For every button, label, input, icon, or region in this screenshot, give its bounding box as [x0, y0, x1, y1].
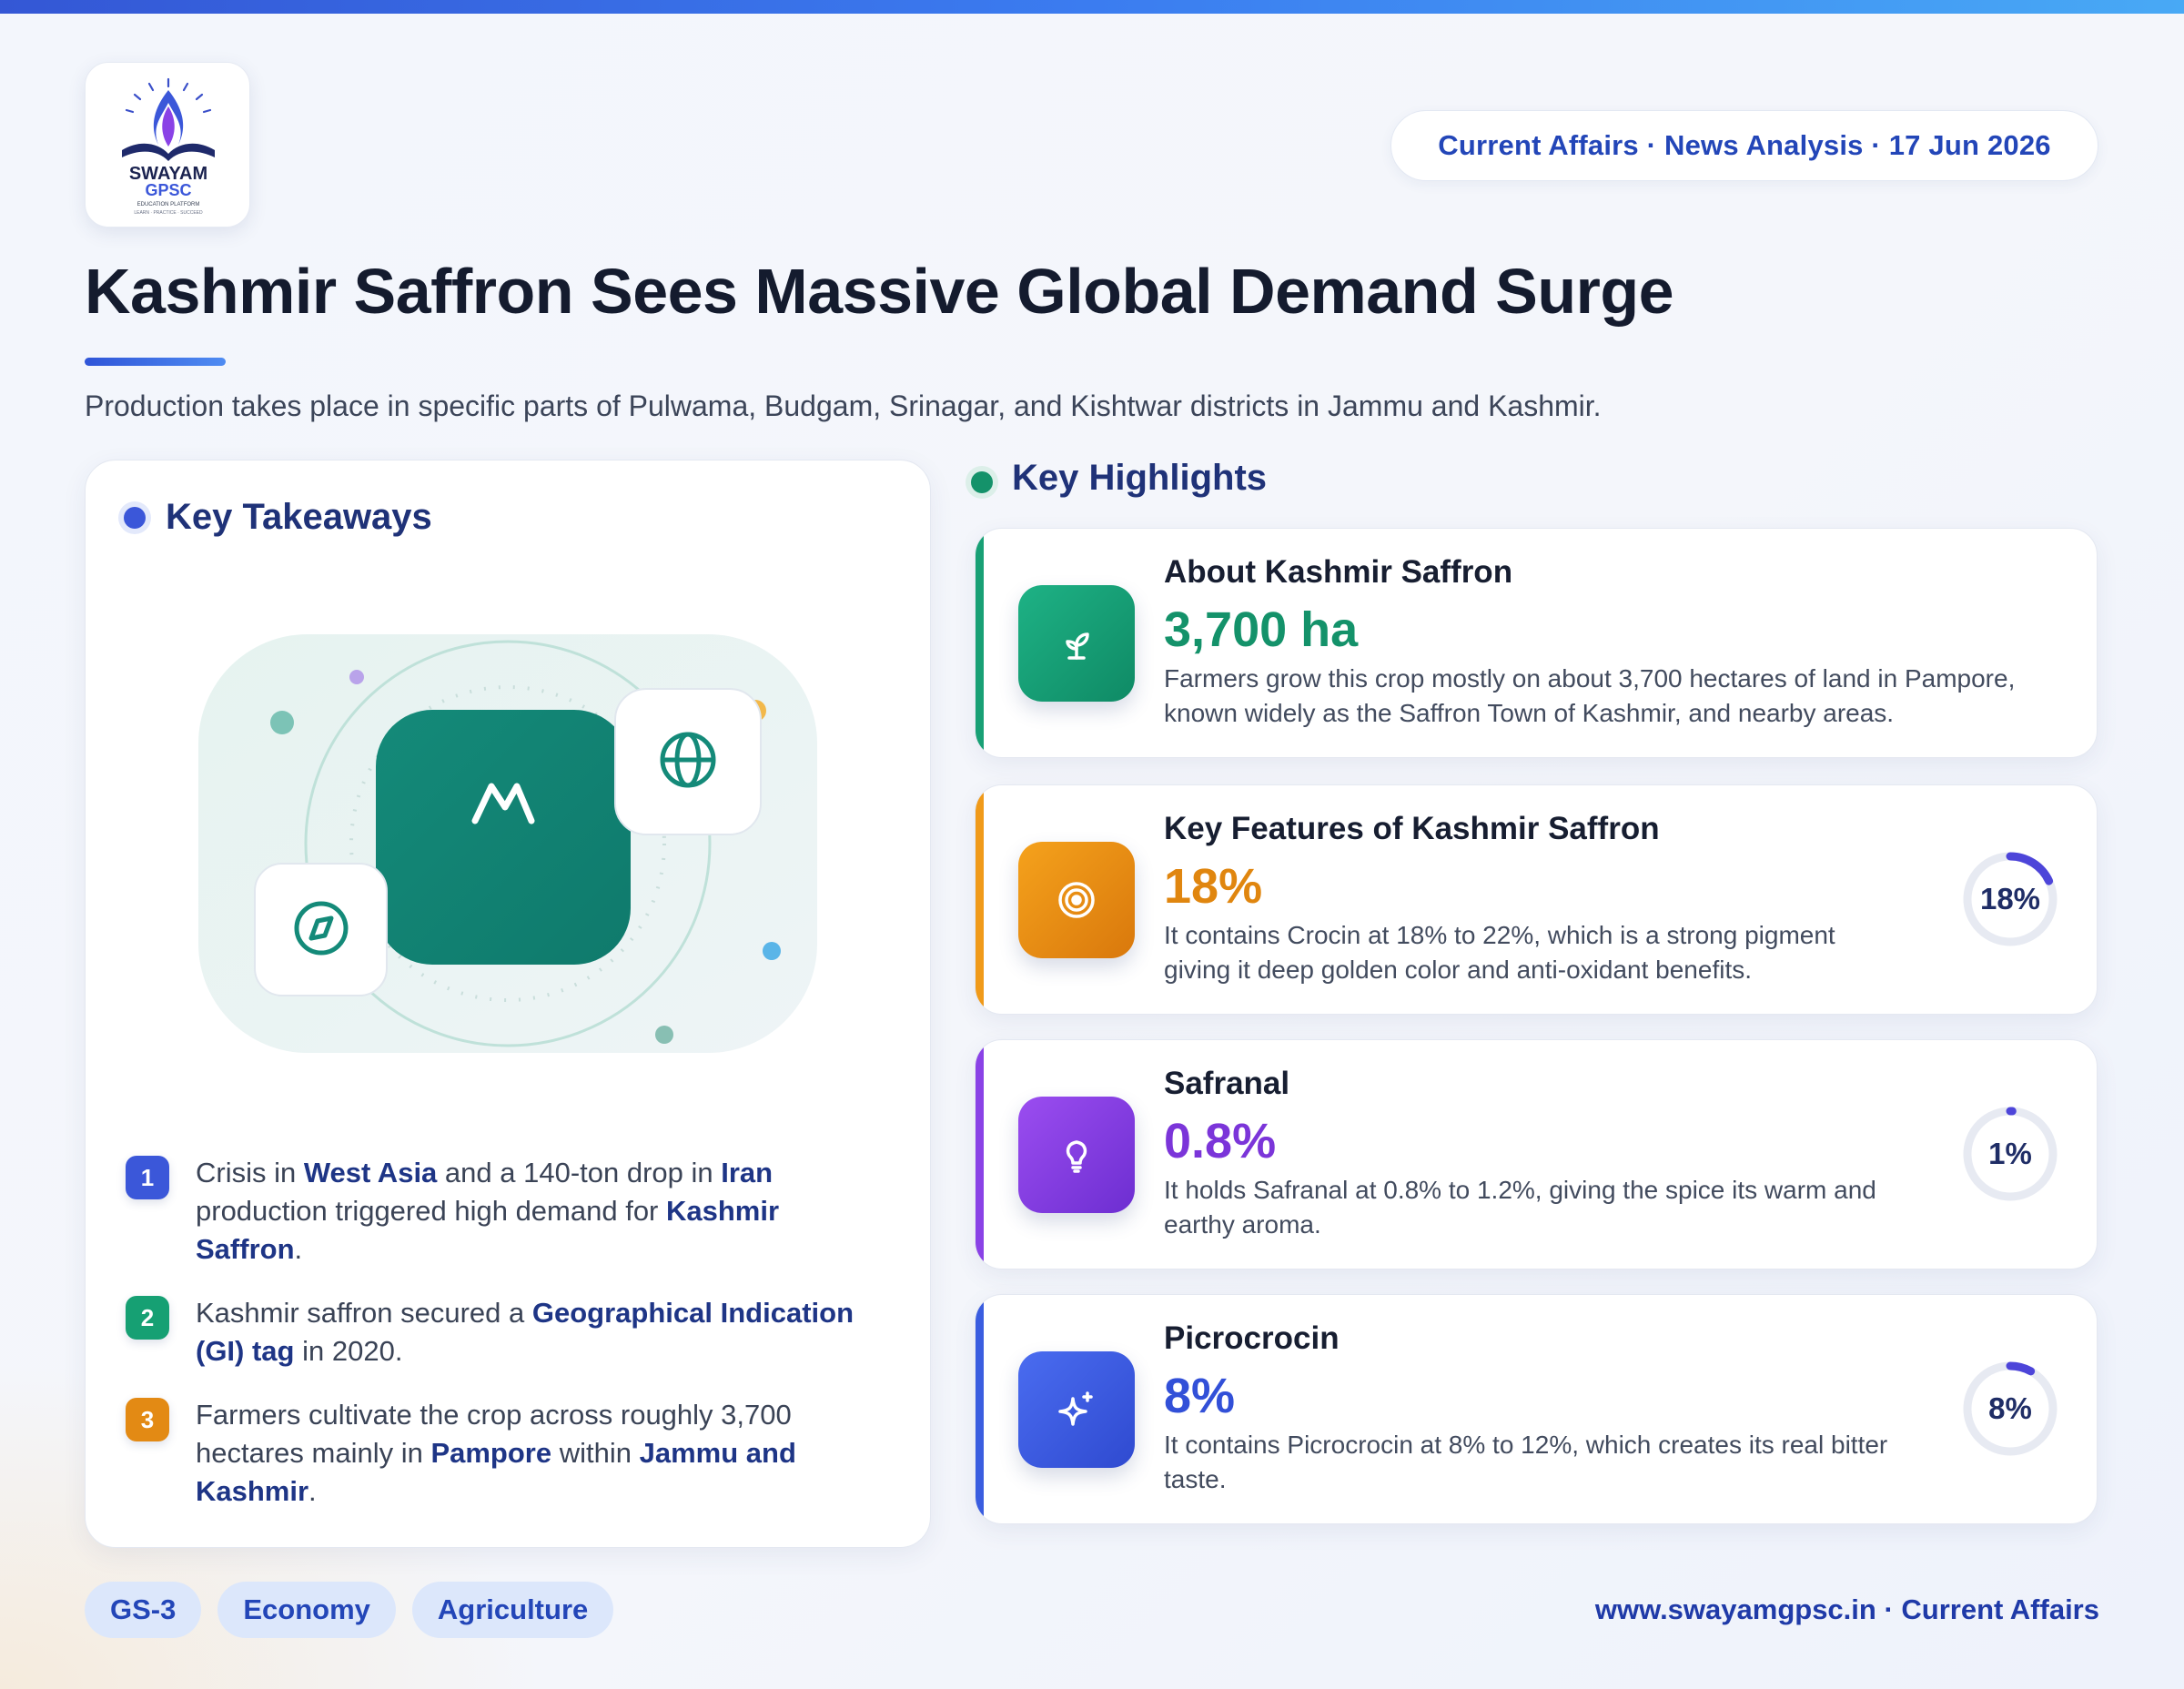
- card-accent-bar: [976, 785, 984, 1014]
- footer-website-link[interactable]: www.swayamgpsc.in · Current Affairs: [1595, 1593, 2099, 1626]
- header-date-pill: Current Affairs · News Analysis · 17 Jun…: [1390, 110, 2098, 181]
- page-title: Kashmir Saffron Sees Massive Global Dema…: [85, 256, 1674, 327]
- lightbulb-icon: [1066, 1140, 1087, 1173]
- card-description: Farmers grow this crop mostly on about 3…: [1164, 664, 2016, 727]
- takeaways-list: 1 Crisis in West Asia and a 140-ton drop …: [126, 1154, 890, 1536]
- takeaway-text-part: in 2020.: [294, 1335, 403, 1367]
- takeaways-heading: Key Takeaways: [166, 497, 432, 537]
- logo[interactable]: SWAYAM GPSC EDUCATION PLATFORM LEARN · P…: [85, 62, 250, 228]
- takeaways-bullet-dot: [124, 507, 146, 529]
- highlights-heading: Key Highlights: [1012, 458, 1268, 498]
- card-title: Picrocrocin: [1164, 1320, 1340, 1356]
- takeaway-highlight: West Asia: [303, 1157, 438, 1188]
- sparkle-icon: [1058, 1391, 1093, 1426]
- tag-gs3[interactable]: GS-3: [85, 1582, 202, 1638]
- takeaway-highlight: Pampore: [430, 1437, 552, 1469]
- card-description: It contains Picrocrocin at 8% to 12%, wh…: [1164, 1431, 1888, 1493]
- takeaway-number-badge: 3: [126, 1398, 169, 1441]
- card-accent-bar: [976, 529, 984, 757]
- card-title: Key Features of Kashmir Saffron: [1164, 811, 1660, 846]
- card-icon-badge: [1018, 1351, 1135, 1468]
- tag-economy[interactable]: Economy: [217, 1582, 396, 1638]
- highlight-card-picrocrocin: Picrocrocin 8% It contains Picrocrocin a…: [975, 1294, 2098, 1524]
- card-icon-badge: [1018, 1097, 1135, 1213]
- takeaway-item: 1 Crisis in West Asia and a 140-ton drop …: [126, 1154, 890, 1269]
- takeaway-number-badge: 1: [126, 1156, 169, 1199]
- takeaway-text-part: Kashmir saffron secured a: [196, 1297, 532, 1329]
- card-value: 18%: [1164, 859, 1263, 914]
- takeaway-text-part: production triggered high demand for: [196, 1195, 666, 1227]
- top-accent-bar: [0, 0, 2184, 14]
- target-icon: [1058, 882, 1095, 918]
- takeaway-text-part: .: [294, 1233, 303, 1265]
- card-value: 8%: [1164, 1369, 1236, 1423]
- title-underline: [85, 358, 226, 366]
- sprout-icon: [1066, 632, 1089, 660]
- topic-tags: GS-3 Economy Agriculture: [85, 1582, 614, 1638]
- logo-line4: LEARN · PRACTICE · SUCCEED: [134, 210, 203, 216]
- highlight-card-about: About Kashmir Saffron 3,700 ha Farmers g…: [975, 528, 2098, 758]
- ring-label: 1%: [1988, 1137, 2032, 1170]
- takeaway-text-part: and a 140-ton drop in: [437, 1157, 722, 1188]
- takeaway-highlight: Iran: [721, 1157, 774, 1188]
- takeaway-number-badge: 2: [126, 1296, 169, 1340]
- highlights-bullet-dot: [971, 471, 993, 493]
- ring-label: 18%: [1979, 882, 2041, 915]
- takeaway-text-part: within: [551, 1437, 640, 1469]
- logo-emblem-icon: SWAYAM GPSC EDUCATION PLATFORM LEARN · P…: [122, 77, 215, 216]
- card-value: 3,700 ha: [1164, 602, 1359, 657]
- takeaway-text: Farmers cultivate the crop across roughl…: [196, 1396, 890, 1511]
- highlight-card-safranal: Safranal 0.8% It holds Safranal at 0.8% …: [975, 1039, 2098, 1269]
- takeaway-text: Kashmir saffron secured a Geographical I…: [196, 1294, 890, 1370]
- landscape-illustration: [198, 634, 817, 1053]
- takeaway-item: 3 Farmers cultivate the crop across rough…: [126, 1396, 890, 1511]
- card-accent-bar: [976, 1295, 984, 1523]
- ring-label: 8%: [1988, 1391, 2032, 1425]
- tag-agriculture[interactable]: Agriculture: [411, 1582, 614, 1638]
- card-value: 0.8%: [1164, 1114, 1277, 1168]
- page-subtitle: Production takes place in specific parts…: [85, 389, 1602, 422]
- logo-line3: EDUCATION PLATFORM: [137, 202, 200, 207]
- card-accent-bar: [976, 1040, 984, 1269]
- key-takeaways-card: Key Takeaways 1 Crisis in West Asia and …: [85, 460, 931, 1548]
- takeaway-text-part: .: [308, 1475, 317, 1507]
- takeaway-item: 2 Kashmir saffron secured a Geographical …: [126, 1294, 890, 1370]
- card-description: It holds Safranal at 0.8% to 1.2%, givin…: [1164, 1176, 1876, 1239]
- card-description: It contains Crocin at 18% to 22%, which …: [1164, 921, 1835, 984]
- card-title: Safranal: [1164, 1066, 1290, 1101]
- logo-line2: GPSC: [145, 181, 191, 199]
- card-icon-badge: [1018, 585, 1135, 702]
- card-title: About Kashmir Saffron: [1164, 554, 1513, 590]
- takeaway-text-part: Crisis in: [196, 1157, 304, 1188]
- card-icon-badge: [1018, 842, 1135, 958]
- takeaway-text: Crisis in West Asia and a 140-ton drop i…: [196, 1154, 890, 1269]
- highlight-card-features: Key Features of Kashmir Saffron 18% It c…: [975, 784, 2098, 1015]
